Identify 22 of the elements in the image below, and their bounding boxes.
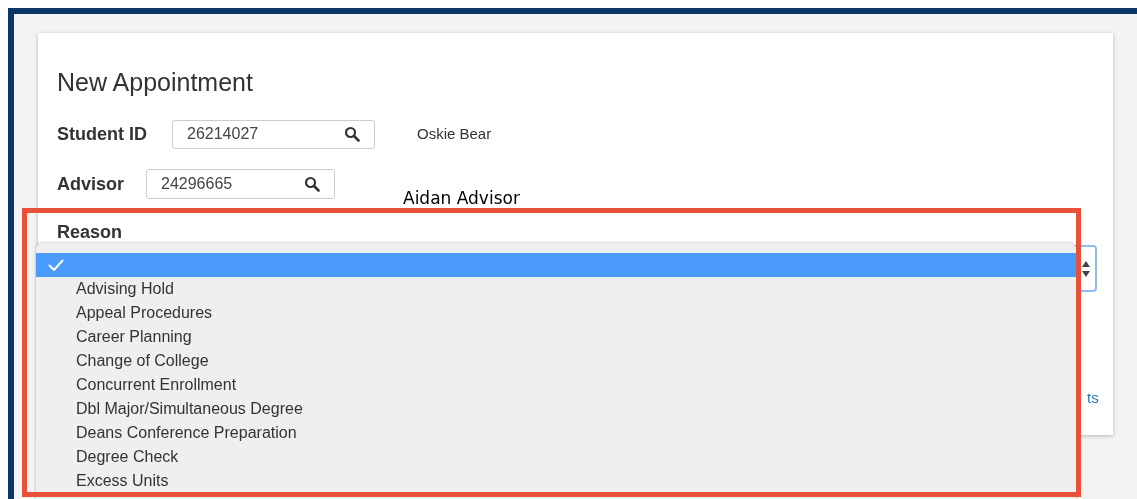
dropdown-option[interactable]: Change of College xyxy=(36,349,1076,373)
link-text[interactable]: ts xyxy=(1087,387,1099,410)
student-name: Oskie Bear xyxy=(417,123,492,144)
check-icon xyxy=(48,259,64,271)
field-label: Advisor xyxy=(57,172,126,196)
dropdown-option[interactable] xyxy=(36,253,1076,277)
reason-label: Reason xyxy=(57,221,124,244)
field-label: Student ID xyxy=(57,122,148,146)
advisor-field[interactable]: 24296665 xyxy=(146,169,335,199)
dropdown-option[interactable]: Deans Conference Preparation xyxy=(36,421,1076,445)
dropdown-menu[interactable]: Advising Hold Appeal Procedures Career Planning Change of College Concurrent Enrollment Dbl Major/Simultaneous Degree Deans Conference Preparation Degree Check Excess Units xyxy=(36,243,1076,499)
dropdown-option[interactable]: Concurrent Enrollment xyxy=(36,373,1076,397)
search-icon xyxy=(344,126,360,142)
search-icon xyxy=(304,176,320,192)
dropdown-option[interactable]: Dbl Major/Simultaneous Degree xyxy=(36,397,1076,421)
dropdown-option[interactable]: Degree Check xyxy=(36,445,1076,469)
dropdown-option[interactable]: Advising Hold xyxy=(36,277,1076,301)
dropdown-option[interactable]: Career Planning xyxy=(36,325,1076,349)
dropdown-option[interactable]: Excess Units xyxy=(36,469,1076,493)
student-id-field[interactable]: 26214027 xyxy=(172,119,375,149)
dropdown-option[interactable]: Appeal Procedures xyxy=(36,301,1076,325)
form-title: New Appointment xyxy=(57,67,254,97)
